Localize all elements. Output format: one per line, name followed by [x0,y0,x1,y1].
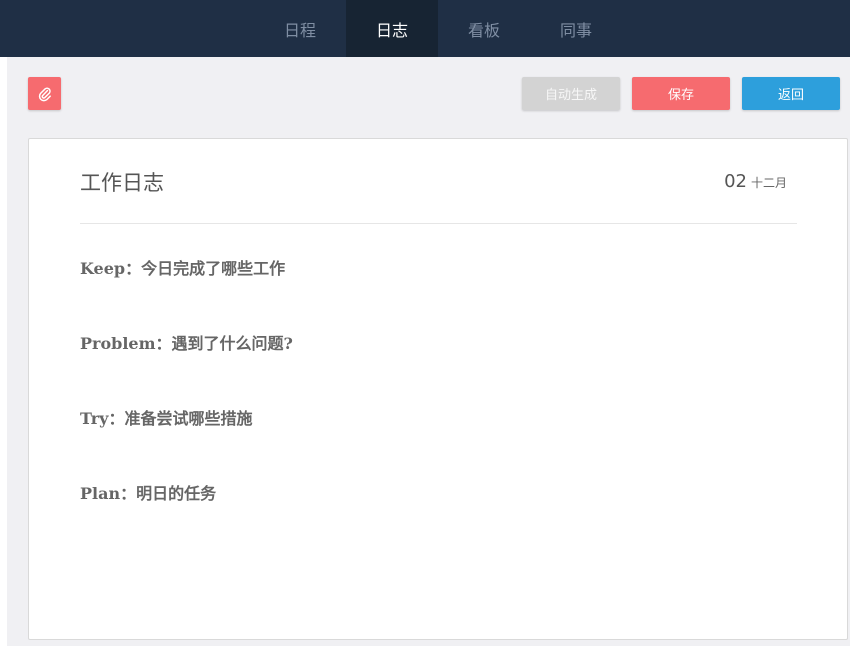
log-entry-keep[interactable]: Keep：今日完成了哪些工作 [80,255,285,279]
tab-log[interactable]: 日志 [346,0,438,57]
auto-generate-button[interactable]: 自动生成 [522,77,620,110]
tab-board[interactable]: 看板 [438,0,530,57]
date-day: 02 [724,171,747,192]
left-edge-strip [0,57,7,646]
log-card: 工作日志 02 十二月 Keep：今日完成了哪些工作 Problem：遇到了什么问… [28,138,848,640]
top-navigation: 日程 日志 看板 同事 [0,0,850,57]
back-button[interactable]: 返回 [742,77,840,110]
date-month: 十二月 [750,176,787,190]
log-entry-problem[interactable]: Problem：遇到了什么问题? [80,330,293,354]
title-divider [80,223,797,224]
log-date: 02 十二月 [724,171,787,192]
tab-colleagues[interactable]: 同事 [530,0,622,57]
tab-schedule[interactable]: 日程 [254,0,346,57]
paperclip-icon [38,86,51,101]
log-entry-try[interactable]: Try：准备尝试哪些措施 [80,405,252,429]
attach-button[interactable] [28,77,61,110]
log-entry-plan[interactable]: Plan：明日的任务 [80,480,216,504]
page-title: 工作日志 [80,171,164,195]
save-button[interactable]: 保存 [632,77,730,110]
